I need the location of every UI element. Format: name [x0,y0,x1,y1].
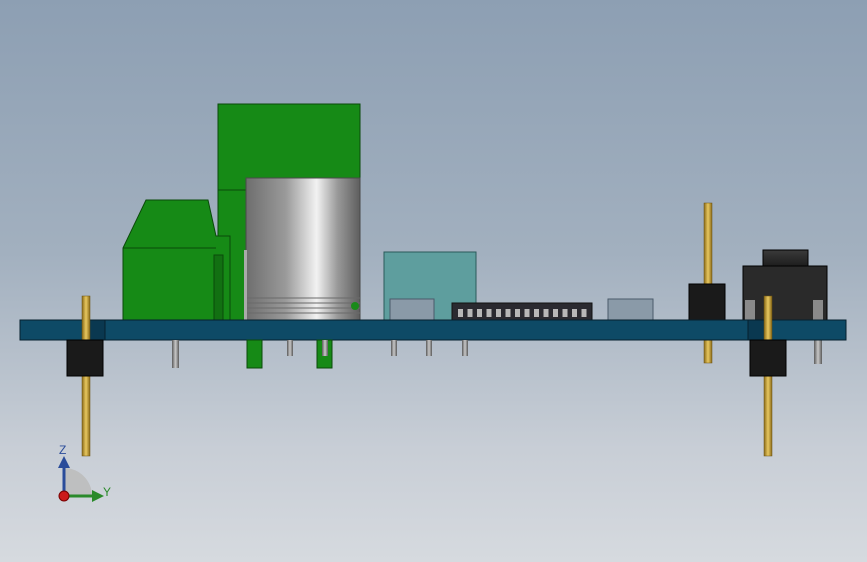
ic-pin [572,309,577,317]
ic-pin [505,309,511,317]
smd-component [607,298,654,321]
axis-label-z: Z [59,443,66,457]
origin-dot [58,490,70,502]
ic-pin [524,309,530,317]
ic-pin [543,309,549,317]
ic-pin [562,309,568,317]
ic-pin [581,309,587,317]
electrolytic-capacitor [244,177,361,321]
ic-pin [486,309,492,317]
ic-pin [496,309,501,317]
ic-pin [553,309,558,317]
ic-pin [534,309,539,317]
ic-pin [477,309,482,317]
axis-label-y: Y [103,485,111,499]
ic-pin [467,309,473,317]
pcb-board [19,319,847,341]
screw-terminal-left [122,199,231,321]
ic-pin [515,309,520,317]
ic-pin [458,309,463,317]
smd-ic [451,302,593,321]
through-hole-leads [172,339,468,369]
cad-3d-viewport[interactable]: Z Y [0,0,867,562]
